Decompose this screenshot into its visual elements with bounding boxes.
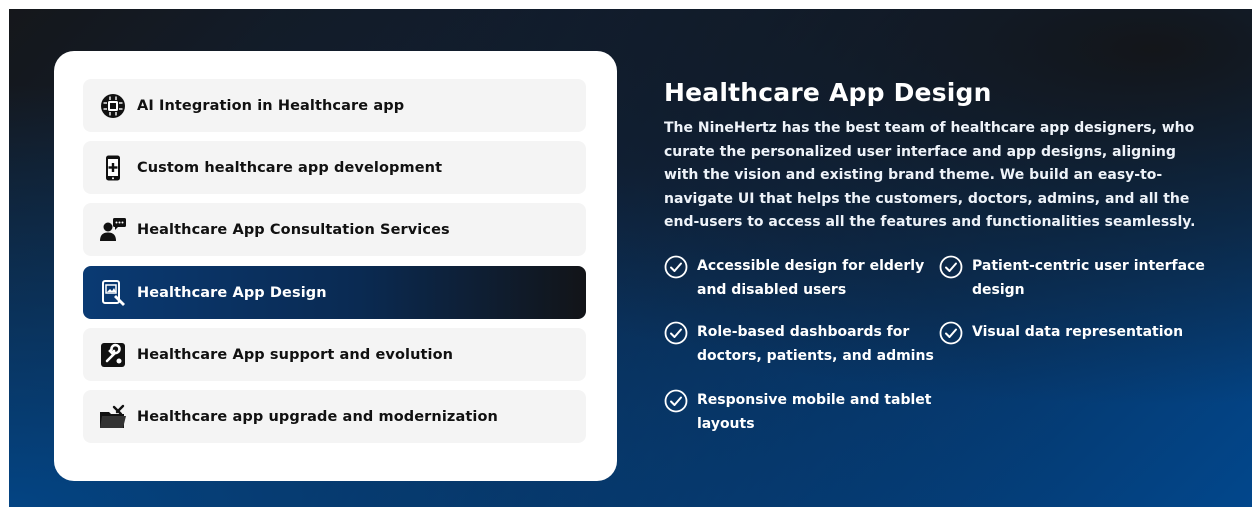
design-tablet-icon — [99, 277, 127, 309]
service-label: Custom healthcare app development — [137, 159, 443, 176]
check-circle-icon — [664, 255, 688, 279]
service-label: Healthcare App Consultation Services — [137, 221, 450, 238]
feature-text: Visual data representation — [972, 324, 1184, 340]
feature-item: Accessible design for elderly and disable… — [664, 255, 924, 302]
service-label: Healthcare App support and evolution — [137, 346, 454, 363]
folder-tools-icon — [99, 401, 127, 433]
service-item-ai-integration[interactable]: AI Integration in Healthcare app — [83, 79, 586, 132]
detail-description: The NineHertz has the best team of healt… — [664, 120, 1196, 230]
consultation-icon — [99, 214, 127, 246]
feature-text: and disabled users — [697, 281, 847, 298]
service-detail-panel: Healthcare App Design The NineHertz has … — [664, 77, 1224, 235]
services-card: AI Integration in Healthcare app Custom … — [54, 51, 617, 481]
feature-text: layouts — [697, 415, 755, 432]
service-label: Healthcare app upgrade and modernization — [137, 408, 498, 425]
feature-text: design — [972, 281, 1025, 298]
detail-title: Healthcare App Design — [664, 78, 992, 107]
service-item-app-design[interactable]: Healthcare App Design — [83, 266, 586, 319]
service-item-custom-development[interactable]: Custom healthcare app development — [83, 141, 586, 194]
feature-item: Responsive mobile and tablet layouts — [664, 389, 932, 436]
service-item-consultation[interactable]: Healthcare App Consultation Services — [83, 203, 586, 256]
check-circle-icon — [939, 255, 963, 279]
feature-item: Visual data representation — [939, 321, 1183, 345]
service-item-support-evolution[interactable]: Healthcare App support and evolution — [83, 328, 586, 381]
feature-text: Role-based dashboards for — [697, 324, 910, 340]
services-section: AI Integration in Healthcare app Custom … — [9, 9, 1252, 507]
check-circle-icon — [664, 389, 688, 413]
feature-text: Accessible design for elderly — [697, 258, 925, 274]
service-label: AI Integration in Healthcare app — [137, 97, 405, 114]
service-label: Healthcare App Design — [137, 284, 327, 301]
feature-item: Patient-centric user interface design — [939, 255, 1205, 302]
feature-text: Patient-centric user interface — [972, 258, 1205, 274]
service-item-upgrade-modernization[interactable]: Healthcare app upgrade and modernization — [83, 390, 586, 443]
ai-chip-icon — [99, 90, 127, 122]
check-circle-icon — [939, 321, 963, 345]
mobile-medical-icon — [99, 152, 127, 184]
feature-text: doctors, patients, and admins — [697, 347, 934, 364]
wrench-support-icon — [99, 339, 127, 371]
feature-item: Role-based dashboards for doctors, patien… — [664, 321, 934, 368]
check-circle-icon — [664, 321, 688, 345]
feature-text: Responsive mobile and tablet — [697, 392, 932, 408]
